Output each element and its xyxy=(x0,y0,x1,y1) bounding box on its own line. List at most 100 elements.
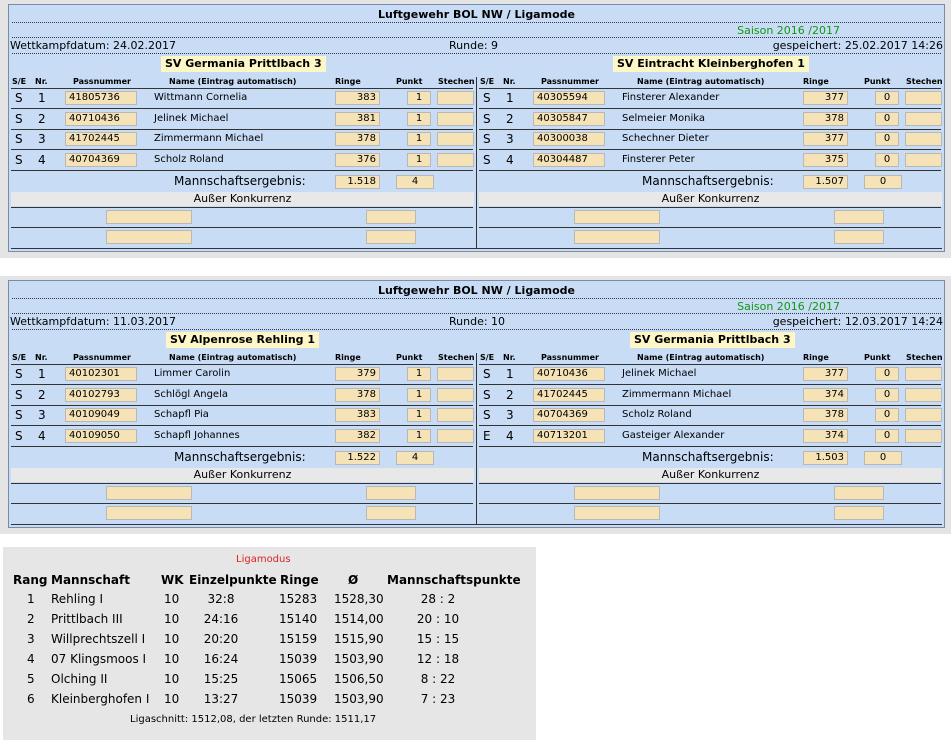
tiebreak-input[interactable] xyxy=(437,132,474,147)
form-title: Luftgewehr BOL NW / Ligamode xyxy=(378,284,575,297)
tiebreak-input[interactable] xyxy=(437,408,474,423)
pass-number-input[interactable]: 40305594 xyxy=(533,91,605,105)
team-result-input[interactable]: 1.522 xyxy=(335,451,380,465)
ak-pass-input[interactable] xyxy=(574,230,660,244)
pass-number-input[interactable]: 40704369 xyxy=(65,153,137,168)
rings-input[interactable]: 383 xyxy=(335,408,380,423)
cell-avg: 1528,30 xyxy=(334,592,384,606)
tiebreak-input[interactable] xyxy=(437,429,474,444)
tiebreak-input[interactable] xyxy=(905,132,942,147)
tiebreak-input[interactable] xyxy=(437,153,474,168)
pass-number-input[interactable]: 40102793 xyxy=(65,387,137,402)
tiebreak-input[interactable] xyxy=(905,153,942,168)
tiebreak-input[interactable] xyxy=(437,387,474,402)
ak-pass-input[interactable] xyxy=(574,506,660,520)
team-points-input[interactable]: 0 xyxy=(864,175,902,189)
pass-number-input[interactable]: 40109049 xyxy=(65,408,137,423)
ak-rings-input[interactable] xyxy=(834,210,884,224)
pass-number-input[interactable]: 40710436 xyxy=(533,367,605,381)
point-input[interactable]: 0 xyxy=(875,367,899,381)
point-input[interactable]: 1 xyxy=(407,408,431,423)
point-input[interactable]: 0 xyxy=(875,429,899,444)
ak-pass-input[interactable] xyxy=(106,230,192,244)
tiebreak-input[interactable] xyxy=(905,387,942,402)
pass-number-input[interactable]: 41805736 xyxy=(65,91,137,105)
ak-rings-input[interactable] xyxy=(366,486,416,500)
ak-pass-input[interactable] xyxy=(106,486,192,500)
cell-mannschaftspunkte: 20 : 10 xyxy=(416,612,460,626)
point-input[interactable]: 0 xyxy=(875,132,899,147)
team-result-input[interactable]: 1.503 xyxy=(803,451,848,465)
team-result-input[interactable]: 1.507 xyxy=(803,175,848,189)
ak-pass-input[interactable] xyxy=(574,210,660,224)
rings-input[interactable]: 381 xyxy=(335,111,380,126)
rings-input[interactable]: 374 xyxy=(803,429,848,444)
column-header-name: Name (Eintrag automatisch) xyxy=(169,353,297,362)
team-points-input[interactable]: 4 xyxy=(396,451,434,465)
pass-number-input[interactable]: 40710436 xyxy=(65,111,137,126)
rings-input[interactable]: 377 xyxy=(803,132,848,147)
tiebreak-input[interactable] xyxy=(905,367,942,381)
team-name: SV Alpenrose Rehling 1 xyxy=(166,332,320,348)
point-input[interactable]: 0 xyxy=(875,91,899,105)
team-points-input[interactable]: 4 xyxy=(396,175,434,189)
point-input[interactable]: 1 xyxy=(407,111,431,126)
pass-number-input[interactable]: 40704369 xyxy=(533,408,605,423)
tiebreak-input[interactable] xyxy=(905,429,942,444)
tiebreak-input[interactable] xyxy=(905,408,942,423)
point-input[interactable]: 1 xyxy=(407,153,431,168)
pass-number-input[interactable]: 40109050 xyxy=(65,429,137,444)
point-input[interactable]: 1 xyxy=(407,132,431,147)
rings-input[interactable]: 375 xyxy=(803,153,848,168)
point-input[interactable]: 0 xyxy=(875,153,899,168)
ak-rings-input[interactable] xyxy=(366,230,416,244)
header-underline xyxy=(11,364,473,365)
team-result-input[interactable]: 1.518 xyxy=(335,175,380,189)
ak-rings-input[interactable] xyxy=(366,506,416,520)
rings-input[interactable]: 378 xyxy=(803,408,848,423)
rings-input[interactable]: 378 xyxy=(335,132,380,147)
rings-input[interactable]: 377 xyxy=(803,91,848,105)
rings-input[interactable]: 382 xyxy=(335,429,380,444)
rings-input[interactable]: 374 xyxy=(803,387,848,402)
point-input[interactable]: 0 xyxy=(875,111,899,126)
point-input[interactable]: 1 xyxy=(407,387,431,402)
team-points-input[interactable]: 0 xyxy=(864,451,902,465)
tiebreak-input[interactable] xyxy=(437,91,474,105)
point-input[interactable]: 0 xyxy=(875,408,899,423)
ak-pass-input[interactable] xyxy=(574,486,660,500)
pass-number-input[interactable]: 40102301 xyxy=(65,367,137,381)
ak-rings-input[interactable] xyxy=(834,230,884,244)
ak-rings-input[interactable] xyxy=(834,506,884,520)
point-input[interactable]: 0 xyxy=(875,387,899,402)
rings-input[interactable]: 376 xyxy=(335,153,380,168)
ak-pass-input[interactable] xyxy=(106,506,192,520)
rings-input[interactable]: 379 xyxy=(335,367,380,381)
header-avg: Ø xyxy=(348,573,359,587)
ak-pass-input[interactable] xyxy=(106,210,192,224)
point-input[interactable]: 1 xyxy=(407,429,431,444)
rings-input[interactable]: 383 xyxy=(335,91,380,105)
pass-number-input[interactable]: 41702445 xyxy=(65,132,137,147)
point-input[interactable]: 1 xyxy=(407,91,431,105)
pass-number-input[interactable]: 41702445 xyxy=(533,387,605,402)
tiebreak-input[interactable] xyxy=(437,367,474,381)
pass-number-input[interactable]: 40304487 xyxy=(533,153,605,168)
ak-rings-input[interactable] xyxy=(366,210,416,224)
shooter-type: S xyxy=(483,111,491,126)
tiebreak-input[interactable] xyxy=(905,111,942,126)
pass-number-input[interactable]: 40300038 xyxy=(533,132,605,147)
pass-number-input[interactable]: 40713201 xyxy=(533,429,605,444)
shooter-number: 4 xyxy=(38,429,46,444)
ak-rings-input[interactable] xyxy=(834,486,884,500)
rings-input[interactable]: 378 xyxy=(803,111,848,126)
pass-number-input[interactable]: 40305847 xyxy=(533,111,605,126)
tiebreak-input[interactable] xyxy=(905,91,942,105)
rings-input[interactable]: 378 xyxy=(335,387,380,402)
rings-input[interactable]: 377 xyxy=(803,367,848,381)
ak-separator xyxy=(479,227,941,228)
shooter-number: 2 xyxy=(506,387,514,402)
out-of-competition-label: Außer Konkurrenz xyxy=(11,468,474,482)
point-input[interactable]: 1 xyxy=(407,367,431,381)
tiebreak-input[interactable] xyxy=(437,111,474,126)
